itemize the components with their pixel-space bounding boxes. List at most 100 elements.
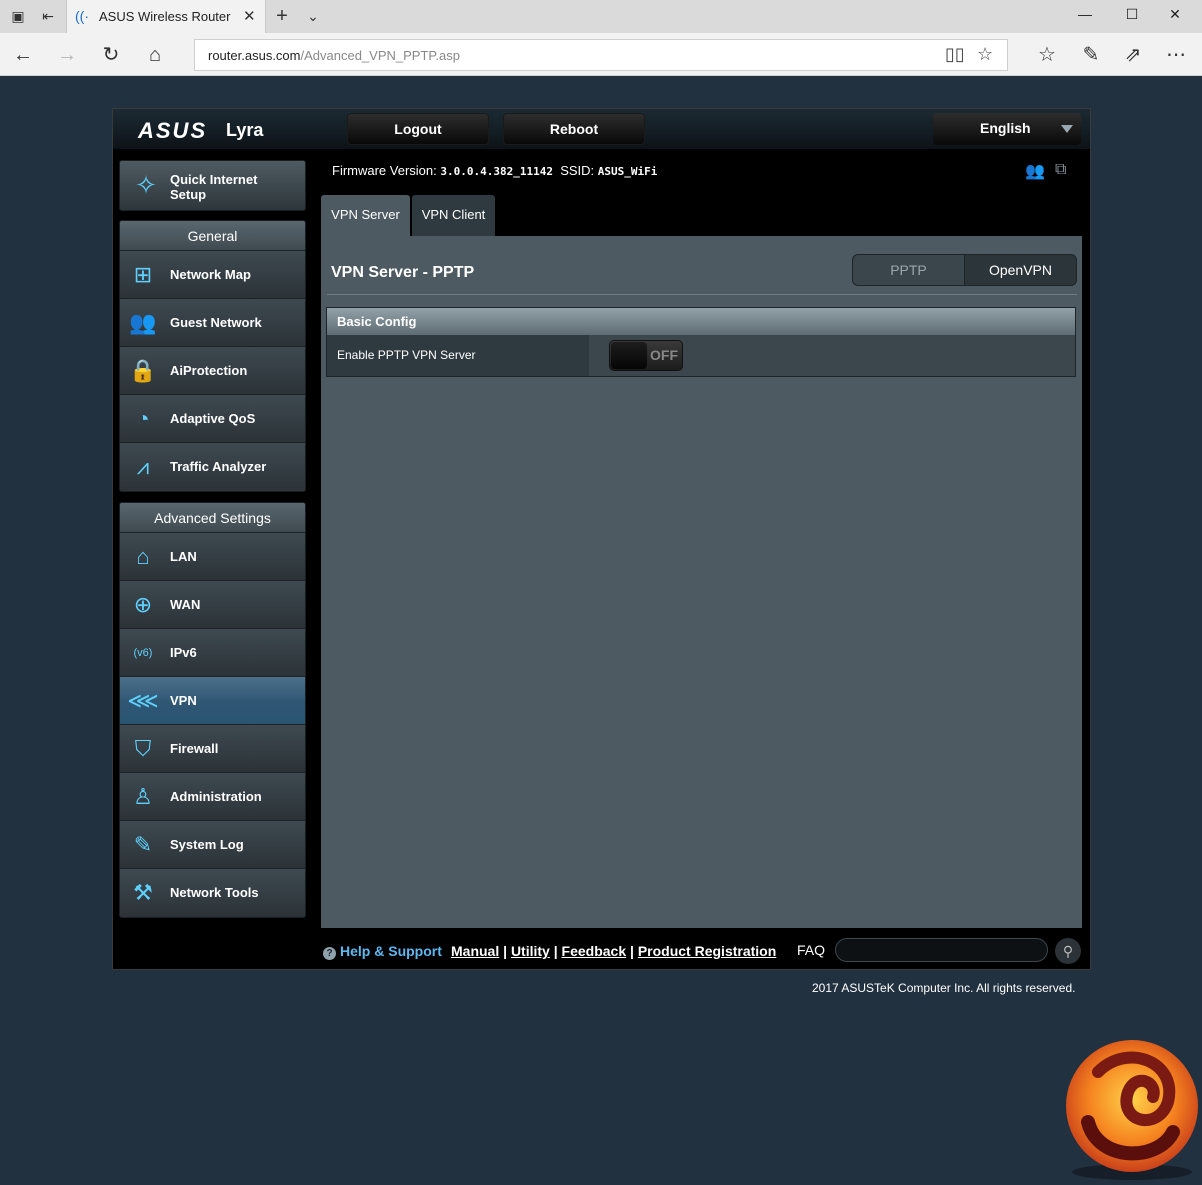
maximize-icon[interactable]: ☐ (1117, 6, 1147, 23)
set-aside-tabs-icon[interactable]: ⇤ (38, 6, 58, 26)
pptp-button[interactable]: PPTP (852, 254, 965, 286)
language-value: English (980, 120, 1031, 136)
url-text: router.asus.com/Advanced_VPN_PPTP.asp (208, 48, 460, 63)
browser-tab-title: ASUS Wireless Router Ly (99, 9, 233, 24)
enable-pptp-row: Enable PPTP VPN Server OFF (327, 335, 1075, 376)
main-panel: VPN Server - PPTP PPTP OpenVPN Basic Con… (321, 236, 1082, 928)
magic-wand-icon: ✧ (135, 170, 157, 200)
sidebar-item-label: IPv6 (170, 645, 197, 660)
advanced-header: Advanced Settings (120, 503, 305, 533)
back-icon[interactable]: ← (10, 42, 36, 68)
refresh-icon[interactable]: ↻ (98, 42, 124, 68)
sidebar-item-label: Adaptive QoS (170, 411, 256, 426)
browser-tab-active[interactable]: ((· ASUS Wireless Router Ly ✕ (66, 0, 266, 33)
sidebar-item-label: System Log (170, 837, 244, 852)
toggle-state: OFF (650, 347, 678, 363)
close-window-icon[interactable]: ✕ (1160, 6, 1190, 23)
share-icon[interactable]: ⇗ (1120, 42, 1146, 68)
forward-icon[interactable]: → (54, 42, 80, 68)
firmware-label: Firmware Version: (332, 163, 437, 178)
feedback-link[interactable]: Feedback (562, 943, 627, 959)
tools-icon: ⚒ (133, 880, 153, 905)
speedometer-icon: ◔ (136, 406, 150, 431)
more-icon[interactable]: ⋯ (1163, 42, 1189, 68)
network-map-icon: ⊞ (133, 262, 153, 287)
search-icon[interactable]: ⚲ (1055, 938, 1081, 964)
favorite-star-icon[interactable]: ☆ (977, 44, 993, 65)
address-bar[interactable]: router.asus.com/Advanced_VPN_PPTP.asp ▯▯… (194, 39, 1008, 71)
guest-network-icon: 👥 (129, 310, 157, 335)
sidebar-item-firewall[interactable]: ⛉ Firewall (120, 725, 305, 773)
copyright: 2017 ASUSTeK Computer Inc. All rights re… (812, 981, 1076, 995)
tab-preview-icon[interactable]: ⌄ (303, 6, 323, 26)
basic-config-header: Basic Config (327, 308, 1075, 335)
help-support: ? Help & Support (323, 943, 442, 960)
home-icon: ⌂ (136, 544, 150, 569)
sidebar-item-system-log[interactable]: ✎ System Log (120, 821, 305, 869)
tab-manager-icon[interactable]: ▣ (8, 6, 28, 26)
sidebar-item-adaptive-qos[interactable]: ◔ Adaptive QoS (120, 395, 305, 443)
globe-icon: ⊕ (133, 592, 153, 617)
sidebar-item-network-map[interactable]: ⊞ Network Map (120, 251, 305, 299)
product-registration-link[interactable]: Product Registration (638, 943, 776, 959)
sidebar-item-vpn[interactable]: ⋘ VPN (120, 677, 305, 725)
manual-link[interactable]: Manual (451, 943, 499, 959)
sidebar-item-label: Traffic Analyzer (170, 459, 267, 474)
help-icon: ? (323, 947, 336, 960)
close-tab-icon[interactable]: ✕ (243, 7, 256, 25)
sidebar-item-administration[interactable]: ♙ Administration (120, 773, 305, 821)
sidebar-item-lan[interactable]: ⌂ LAN (120, 533, 305, 581)
usb-icon[interactable]: ⧉ (1055, 161, 1066, 179)
sidebar-item-label: Firewall (170, 741, 219, 756)
web-note-icon[interactable]: ✎ (1078, 42, 1104, 68)
enable-pptp-label: Enable PPTP VPN Server (327, 335, 589, 376)
wifi-icon: ((· (75, 8, 89, 24)
enable-pptp-toggle[interactable]: OFF (609, 340, 683, 371)
sidebar-item-guest-network[interactable]: 👥 Guest Network (120, 299, 305, 347)
dropdown-arrow-icon (1061, 125, 1073, 133)
home-icon[interactable]: ⌂ (142, 42, 168, 68)
favorites-hub-icon[interactable]: ☆ (1034, 42, 1060, 68)
faq-search-input[interactable] (835, 938, 1048, 962)
help-support-label: Help & Support (340, 943, 442, 959)
sidebar-advanced: Advanced Settings ⌂ LAN ⊕ WAN (v6) IPv6 … (119, 502, 306, 918)
router-ui: ASUS Lyra Logout Reboot English ✧ Quick … (112, 108, 1091, 970)
chart-icon: ⩘ (136, 454, 150, 479)
sidebar-item-label: WAN (170, 597, 201, 612)
model-name: Lyra (226, 120, 264, 140)
vpn-icon: ⋘ (127, 688, 159, 713)
qis-label-2: Setup (170, 187, 207, 202)
tab-vpn-client[interactable]: VPN Client (412, 195, 495, 237)
router-footer: ? Help & Support Manual | Utility | Feedb… (323, 938, 1083, 964)
new-tab-icon[interactable]: + (272, 6, 292, 26)
footer-links: Manual | Utility | Feedback | Product Re… (451, 943, 777, 959)
tab-vpn-server[interactable]: VPN Server (321, 195, 410, 237)
openvpn-button[interactable]: OpenVPN (964, 254, 1077, 286)
sidebar-item-ipv6[interactable]: (v6) IPv6 (120, 629, 305, 677)
ssid-value: ASUS_WiFi (597, 165, 658, 178)
sidebar-general: General ⊞ Network Map 👥 Guest Network 🔒 … (119, 220, 306, 492)
sidebar-item-wan[interactable]: ⊕ WAN (120, 581, 305, 629)
quick-internet-setup[interactable]: ✧ Quick Internet Setup (119, 160, 306, 211)
faq-label: FAQ (797, 942, 826, 958)
sidebar-item-aiprotection[interactable]: 🔒 AiProtection (120, 347, 305, 395)
browser-tab-bar: ▣ ⇤ ((· ASUS Wireless Router Ly ✕ + ⌄ — … (0, 0, 1202, 33)
reboot-button[interactable]: Reboot (503, 113, 645, 145)
clients-icon[interactable]: 👥 (1025, 161, 1045, 181)
sidebar-item-label: LAN (170, 549, 197, 564)
sidebar-item-label: Guest Network (170, 315, 262, 330)
watermark-logo (1066, 1040, 1198, 1180)
minimize-icon[interactable]: — (1070, 6, 1100, 22)
qis-label-1: Quick Internet (170, 172, 258, 187)
logout-button[interactable]: Logout (347, 113, 489, 145)
firmware-version[interactable]: 3.0.0.4.382_11142 (440, 165, 553, 178)
shield-icon: ⛉ (134, 736, 152, 761)
sidebar-item-traffic-analyzer[interactable]: ⩘ Traffic Analyzer (120, 443, 305, 491)
language-select[interactable]: English (933, 113, 1081, 145)
asus-logo: ASUS (138, 118, 208, 143)
firmware-status: Firmware Version: 3.0.0.4.382_11142 SSID… (332, 163, 657, 178)
sidebar-item-network-tools[interactable]: ⚒ Network Tools (120, 869, 305, 917)
sidebar-item-label: VPN (170, 693, 197, 708)
utility-link[interactable]: Utility (511, 943, 550, 959)
reading-view-icon[interactable]: ▯▯ (945, 44, 965, 65)
